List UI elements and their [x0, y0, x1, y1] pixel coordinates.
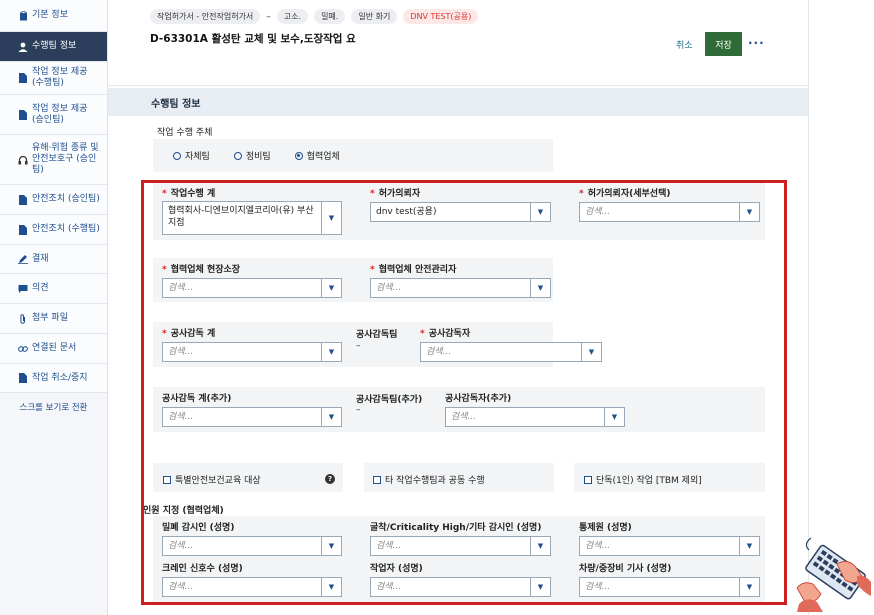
sidebar: 기본 정보 수행팀 정보 작업 정보 제공 (수행팀) 작업 정보 제공 (승인… [0, 0, 108, 615]
pen-icon [18, 254, 28, 264]
sidebar-item-attachments[interactable]: 첨부 파일 [0, 304, 107, 334]
tag-hot-work: 일반 화기 [351, 9, 398, 24]
tag-separator: – [266, 11, 271, 22]
scroll-view-toggle-link[interactable]: 스크롤 보기로 전환 [0, 393, 107, 413]
paperclip-icon [18, 313, 28, 324]
sidebar-item-label: 수행팀 정보 [32, 41, 77, 51]
page-title: D-63301A 활성탄 교체 및 보수,도장작업 요 [150, 33, 356, 45]
tag-permit-type: 작업허가서 - 안전작업허가서 [150, 9, 261, 24]
sidebar-item-label: 안전조치 (수행팀) [32, 224, 100, 234]
sidebar-item-label: 유해·위험 종류 및 안전보호구 (승인팀) [32, 143, 99, 175]
radio-circle-icon [233, 151, 242, 160]
headset-icon [18, 155, 28, 165]
link-icon [18, 344, 28, 354]
cancel-button[interactable]: 취소 [676, 38, 693, 51]
document-icon [18, 373, 28, 383]
sidebar-item-comment[interactable]: 의견 [0, 274, 107, 304]
main-content: 작업허가서 - 안전작업허가서 – 고소. 밀폐. 일반 화기 DNV TEST… [108, 0, 808, 615]
person-icon [18, 42, 28, 52]
keyboard-typing-illustration-icon [796, 537, 871, 612]
sidebar-item-basic-info[interactable]: 기본 정보 [0, 0, 107, 32]
sidebar-item-hazards[interactable]: 유해·위험 종류 및 안전보호구 (승인팀) [0, 135, 107, 185]
tag-confined: 밀폐. [314, 9, 346, 24]
sidebar-item-label: 작업 취소/중지 [32, 372, 88, 383]
sidebar-item-work-info-approve[interactable]: 작업 정보 제공 (승인팀) [0, 95, 107, 135]
sidebar-item-label: 작업 정보 제공 (승인팀) [32, 103, 88, 125]
tag-height: 고소. [276, 9, 309, 24]
document-icon [18, 194, 28, 205]
section-title: 수행팀 정보 [108, 88, 808, 116]
document-icon [18, 224, 28, 235]
sidebar-item-team-info[interactable]: 수행팀 정보 [0, 32, 107, 62]
right-empty-pane [808, 0, 874, 615]
radio-contractor[interactable]: 협력업체 [294, 149, 340, 162]
sidebar-item-label: 안전조치 (승인팀) [32, 194, 100, 204]
sidebar-item-safety-exec[interactable]: 안전조치 (수행팀) [0, 215, 107, 245]
save-button[interactable]: 저장 [705, 32, 742, 56]
sidebar-item-work-info-exec[interactable]: 작업 정보 제공 (수행팀) [0, 62, 107, 95]
clipboard-icon [18, 10, 28, 21]
sidebar-item-label: 첨부 파일 [32, 313, 68, 323]
sidebar-item-label: 결재 [32, 253, 49, 264]
work-subject-label: 작업 수행 주체 [157, 128, 213, 138]
radio-circle-icon [173, 151, 181, 160]
sidebar-item-safety-approve[interactable]: 안전조치 (승인팀) [0, 185, 107, 215]
document-icon [18, 73, 28, 83]
radio-label: 자체팀 [185, 152, 210, 162]
radio-maintenance-team[interactable]: 정비팀 [233, 149, 271, 162]
sidebar-item-label: 기본 정보 [32, 10, 68, 20]
tag-test-account: DNV TEST(공용) [403, 9, 479, 24]
sidebar-item-approval[interactable]: 결재 [0, 245, 107, 274]
radio-checked-icon [294, 151, 303, 160]
comment-icon [18, 284, 28, 294]
document-icon [18, 109, 28, 120]
highlight-frame [141, 180, 787, 605]
radio-label: 협력업체 [306, 152, 340, 162]
tag-list: 작업허가서 - 안전작업허가서 – 고소. 밀폐. 일반 화기 DNV TEST… [150, 9, 479, 24]
work-subject-radio-group: 자체팀 정비팀 협력업체 [153, 139, 553, 172]
sidebar-item-label: 의견 [32, 283, 49, 293]
document-header: 작업허가서 - 안전작업허가서 – 고소. 밀폐. 일반 화기 DNV TEST… [108, 0, 808, 86]
radio-label: 정비팀 [245, 152, 271, 162]
sidebar-item-label: 작업 정보 제공 (수행팀) [32, 67, 88, 88]
more-options-button[interactable]: ··· [748, 36, 765, 50]
sidebar-item-label: 연결된 문서 [32, 343, 77, 353]
sidebar-item-linked-docs[interactable]: 연결된 문서 [0, 334, 107, 364]
radio-own-team[interactable]: 자체팀 [173, 149, 210, 162]
sidebar-item-cancel-stop[interactable]: 작업 취소/중지 [0, 364, 107, 393]
